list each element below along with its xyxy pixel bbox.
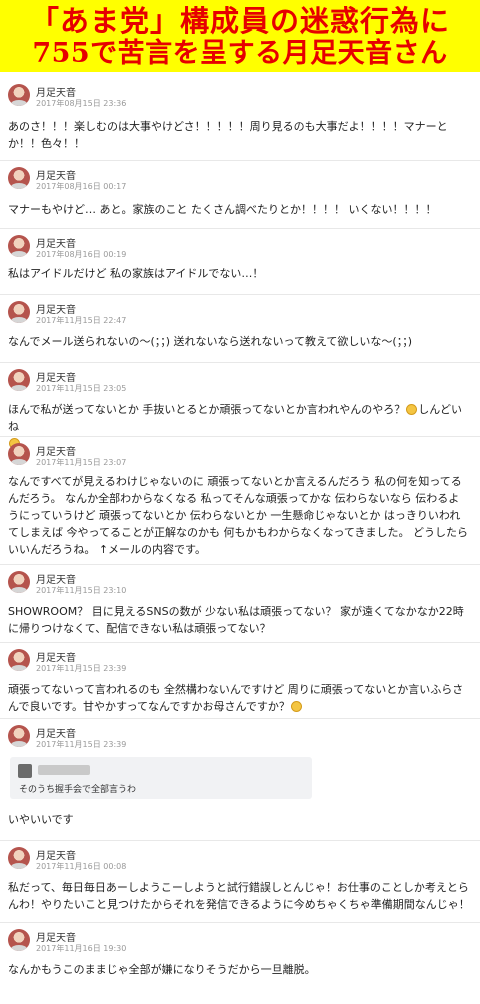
quoted-avatar-redacted	[18, 764, 32, 778]
avatar[interactable]	[8, 571, 30, 593]
post-item: 月足天音 2017年08月16日 00:17 マナーもやけど… あと。家族のこと…	[0, 160, 480, 227]
post-timestamp: 2017年08月15日 23:36	[36, 99, 127, 108]
post-item: 月足天音 2017年11月15日 23:05 ほんで私が送ってないとか 手抜いと…	[0, 362, 480, 449]
post-message: 私はアイドルだけど 私の家族はアイドルでない…！	[8, 267, 264, 280]
post-message: 私だって、毎日毎日あーしようこーしようと試行錯誤しとんじゃ！お仕事のことしか考え…	[8, 881, 470, 911]
post-timestamp: 2017年11月16日 19:30	[36, 944, 127, 953]
post-username[interactable]: 月足天音	[36, 301, 76, 316]
post-username[interactable]: 月足天音	[36, 443, 76, 458]
post-message: なんでメール送られないの〜(；；) 送れないなら送れないって教えて欲しいな〜(；…	[8, 335, 413, 348]
avatar[interactable]	[8, 649, 30, 671]
post-timestamp: 2017年11月15日 23:39	[36, 740, 127, 749]
post-username[interactable]: 月足天音	[36, 847, 76, 862]
post-item: 月足天音 2017年11月15日 23:07 なんですべてが見えるわけじゃないの…	[0, 436, 480, 563]
post-timestamp: 2017年08月16日 00:19	[36, 250, 127, 259]
post-username[interactable]: 月足天音	[36, 235, 76, 250]
avatar[interactable]	[8, 167, 30, 189]
post-timestamp: 2017年11月15日 23:10	[36, 586, 127, 595]
thinking-face-icon	[406, 404, 418, 415]
post-timestamp: 2017年08月16日 00:17	[36, 182, 127, 191]
quoted-username-redacted	[38, 765, 90, 775]
post-username[interactable]: 月足天音	[36, 167, 76, 182]
post-username[interactable]: 月足天音	[36, 649, 76, 664]
avatar[interactable]	[8, 235, 30, 257]
post-item: 月足天音 2017年11月15日 22:47 なんでメール送られないの〜(；；)…	[0, 294, 480, 361]
post-message-text: ほんで私が送ってないとか 手抜いとるとか頑張ってないとか言われやんのやろ？	[8, 403, 406, 416]
headline-line-1: 「あま党」構成員の迷惑行為に	[29, 4, 450, 38]
post-message: いやいいです	[8, 813, 74, 826]
headline-banner: 「あま党」構成員の迷惑行為に 755で苦言を呈する月足天音さん	[0, 0, 480, 72]
avatar[interactable]	[8, 369, 30, 391]
post-timestamp: 2017年11月15日 23:07	[36, 458, 127, 467]
post-message: あのさ！！！楽しむのは大事やけどさ！！！！！周り見るのも大事だよ！！！！マナーと…	[8, 120, 448, 150]
post-item: 月足天音 2017年11月15日 23:39 そのうち握手会で全部言うわ いやい…	[0, 718, 480, 831]
avatar[interactable]	[8, 929, 30, 951]
avatar[interactable]	[8, 725, 30, 747]
post-item: 月足天音 2017年11月15日 23:10 SHOWROOM？ 目に見えるSN…	[0, 564, 480, 641]
post-username[interactable]: 月足天音	[36, 725, 76, 740]
avatar[interactable]	[8, 443, 30, 465]
quoted-message: そのうち握手会で全部言うわ	[19, 785, 137, 795]
avatar[interactable]	[8, 84, 30, 106]
post-message: 頑張ってないって言われるのも 全然構わないんですけど 周りに頑張ってないとか言い…	[8, 681, 470, 715]
headline-line-2: 755で苦言を呈する月足天音さん	[32, 38, 448, 69]
quoted-reply[interactable]: そのうち握手会で全部言うわ	[10, 757, 312, 799]
post-item: 月足天音 2017年11月16日 00:08 私だって、毎日毎日あーしようこーし…	[0, 840, 480, 921]
avatar[interactable]	[8, 301, 30, 323]
post-username[interactable]: 月足天音	[36, 369, 76, 384]
post-message-text: 頑張ってないって言われるのも 全然構わないんですけど 周りに頑張ってないとか言い…	[8, 683, 464, 713]
post-timestamp: 2017年11月16日 00:08	[36, 862, 127, 871]
post-item: 月足天音 2017年11月15日 23:39 頑張ってないって言われるのも 全然…	[0, 642, 480, 717]
post-message: なんですべてが見えるわけじゃないのに 頑張ってないとか言えるんだろう 私の何を知…	[8, 475, 469, 556]
post-timestamp: 2017年11月15日 22:47	[36, 316, 127, 325]
avatar[interactable]	[8, 847, 30, 869]
thinking-face-icon	[290, 701, 302, 712]
post-username[interactable]: 月足天音	[36, 929, 76, 944]
post-message: マナーもやけど… あと。家族のこと たくさん調べたりとか！！！！ いくない！！！…	[8, 203, 437, 216]
post-message: なんかもうこのままじゃ全部が嫌になりそうだから一旦離脱。	[8, 963, 316, 976]
post-timestamp: 2017年11月15日 23:05	[36, 384, 127, 393]
post-message: SHOWROOM？ 目に見えるSNSの数が 少ない私は頑張ってない？ 家が遠くて…	[8, 605, 464, 635]
post-username[interactable]: 月足天音	[36, 571, 76, 586]
post-item: 月足天音 2017年11月16日 19:30 なんかもうこのままじゃ全部が嫌にな…	[0, 922, 480, 1001]
post-item: 月足天音 2017年08月16日 00:19 私はアイドルだけど 私の家族はアイ…	[0, 228, 480, 293]
post-timestamp: 2017年11月15日 23:39	[36, 664, 127, 673]
post-username[interactable]: 月足天音	[36, 84, 76, 99]
post-item: 月足天音 2017年08月15日 23:36 あのさ！！！楽しむのは大事やけどさ…	[0, 78, 480, 162]
